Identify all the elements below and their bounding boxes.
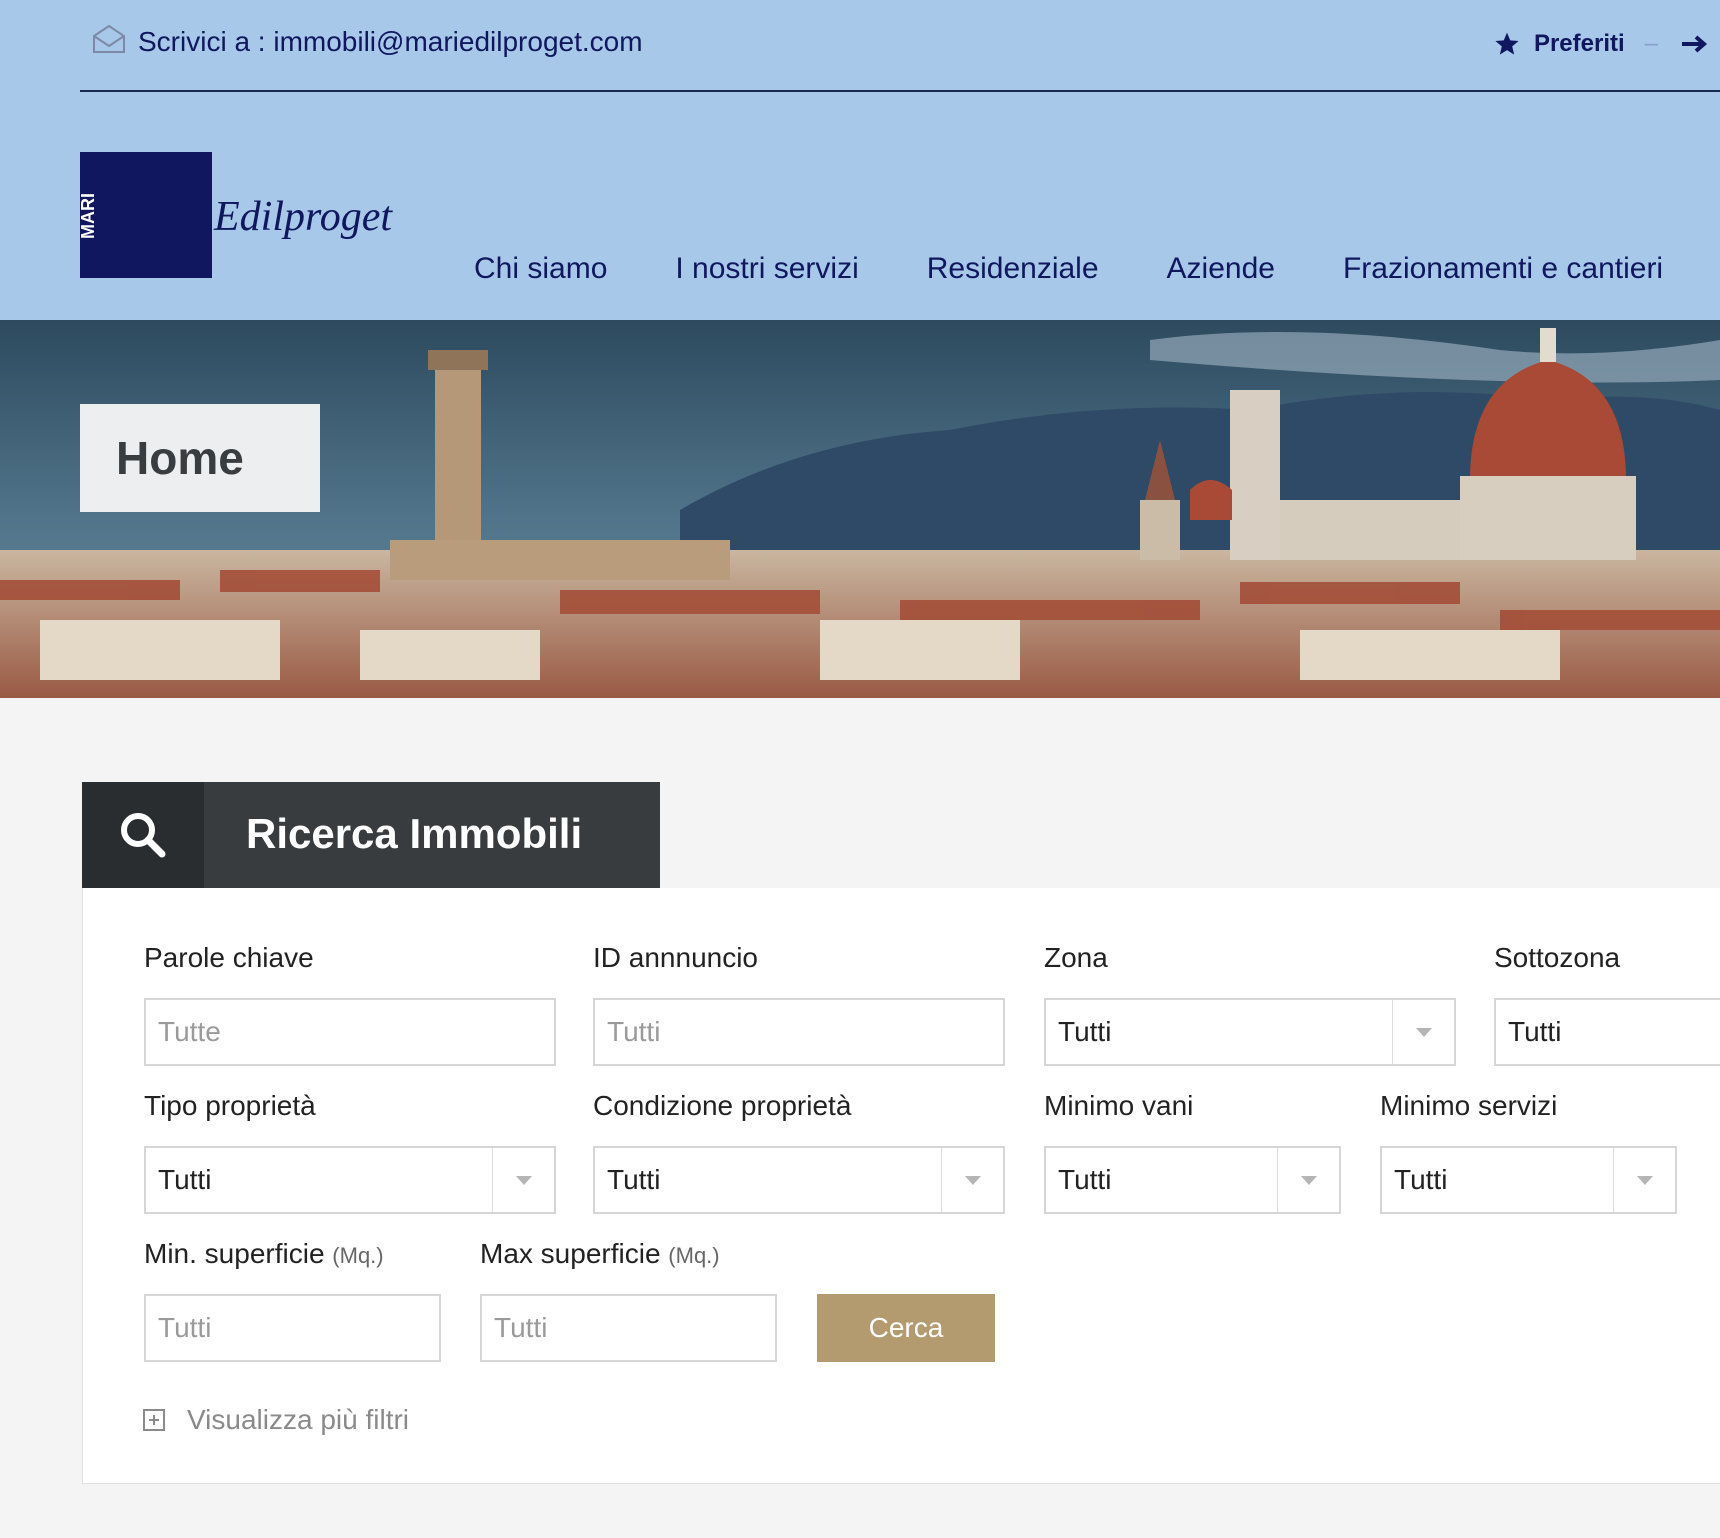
nav-item-servizi[interactable]: I nostri servizi [675, 252, 858, 286]
more-filters-label: Visualizza più filtri [187, 1404, 410, 1435]
more-filters-toggle[interactable]: Visualizza più filtri [143, 1404, 409, 1436]
top-bar: Scrivici a : immobili@mariedilproget.com… [80, 0, 1720, 92]
min-bathrooms-label: Minimo servizi [1380, 1090, 1558, 1121]
favorites-area: Preferiti – [1494, 30, 1720, 58]
hero-banner: Home [0, 320, 1720, 698]
main-nav: Chi siamo I nostri servizi Residenziale … [474, 252, 1663, 286]
favorites-link[interactable]: Preferiti [1534, 30, 1625, 58]
min-rooms-label: Minimo vani [1044, 1090, 1194, 1121]
chevron-down-icon [1392, 1000, 1454, 1064]
nav-item-aziende[interactable]: Aziende [1167, 252, 1275, 286]
subzone-label: Sottozona [1494, 942, 1621, 973]
zone-select[interactable]: Tutti [1044, 998, 1456, 1066]
property-condition-value: Tutti [607, 1164, 661, 1195]
zone-label: Zona [1044, 942, 1108, 973]
nav-item-residenziale[interactable]: Residenziale [927, 252, 1099, 286]
listing-id-placeholder: Tutti [607, 1016, 661, 1047]
property-type-label: Tipo proprietà [144, 1090, 316, 1121]
search-form: Parole chiave Tutte ID annnuncio Tutti Z… [82, 888, 1720, 1484]
site-header: Scrivici a : immobili@mariedilproget.com… [0, 0, 1720, 320]
min-area-unit: (Mq.) [332, 1243, 384, 1268]
min-bathrooms-value: Tutti [1394, 1164, 1448, 1195]
topbar-separator: – [1644, 30, 1658, 57]
breadcrumb: Home [80, 404, 320, 512]
chevron-down-icon [1277, 1148, 1339, 1212]
keywords-placeholder: Tutte [158, 1016, 221, 1047]
chevron-down-icon [1613, 1148, 1675, 1212]
max-area-label: Max superficie (Mq.) [480, 1238, 720, 1270]
plus-icon [143, 1409, 165, 1431]
nav-item-chi-siamo[interactable]: Chi siamo [474, 252, 607, 286]
max-area-label-text: Max superficie [480, 1238, 661, 1269]
chevron-down-icon [941, 1148, 1003, 1212]
logo-wordmark: Edilproget [213, 194, 393, 240]
keywords-input[interactable]: Tutte [144, 998, 556, 1066]
max-area-placeholder: Tutti [494, 1312, 548, 1343]
site-logo[interactable]: MARI Edilproget [80, 150, 430, 282]
property-type-value: Tutti [158, 1164, 212, 1195]
nav-item-frazionamenti[interactable]: Frazionamenti e cantieri [1343, 252, 1663, 286]
mail-icon [93, 24, 125, 53]
search-icon-box [82, 782, 204, 888]
listing-id-label: ID annnuncio [593, 942, 759, 973]
search-icon [121, 813, 166, 858]
search-title: Ricerca Immobili [246, 810, 583, 857]
property-type-select[interactable]: Tutti [144, 1146, 556, 1214]
search-header: Ricerca Immobili [82, 782, 660, 888]
keywords-label: Parole chiave [144, 942, 314, 973]
subzone-select[interactable]: Tutti [1494, 998, 1720, 1066]
login-arrow-icon[interactable] [1680, 34, 1720, 54]
contact-email[interactable]: Scrivici a : immobili@mariedilproget.com [138, 26, 643, 58]
max-area-unit: (Mq.) [668, 1243, 720, 1268]
chevron-down-icon [492, 1148, 554, 1212]
min-area-label-text: Min. superficie [144, 1238, 325, 1269]
subzone-value: Tutti [1508, 1016, 1562, 1047]
min-bathrooms-select[interactable]: Tutti [1380, 1146, 1677, 1214]
min-area-placeholder: Tutti [158, 1312, 212, 1343]
min-rooms-value: Tutti [1058, 1164, 1112, 1195]
page-title: Home [116, 432, 244, 484]
min-area-input[interactable]: Tutti [144, 1294, 441, 1362]
star-icon [1495, 32, 1519, 55]
property-condition-select[interactable]: Tutti [593, 1146, 1005, 1214]
min-rooms-select[interactable]: Tutti [1044, 1146, 1341, 1214]
zone-value: Tutti [1058, 1016, 1112, 1047]
search-submit-button[interactable]: Cerca [817, 1294, 995, 1362]
min-area-label: Min. superficie (Mq.) [144, 1238, 384, 1270]
logo-mark: MARI [80, 193, 98, 239]
max-area-input[interactable]: Tutti [480, 1294, 777, 1362]
property-condition-label: Condizione proprietà [593, 1090, 852, 1121]
listing-id-input[interactable]: Tutti [593, 998, 1005, 1066]
